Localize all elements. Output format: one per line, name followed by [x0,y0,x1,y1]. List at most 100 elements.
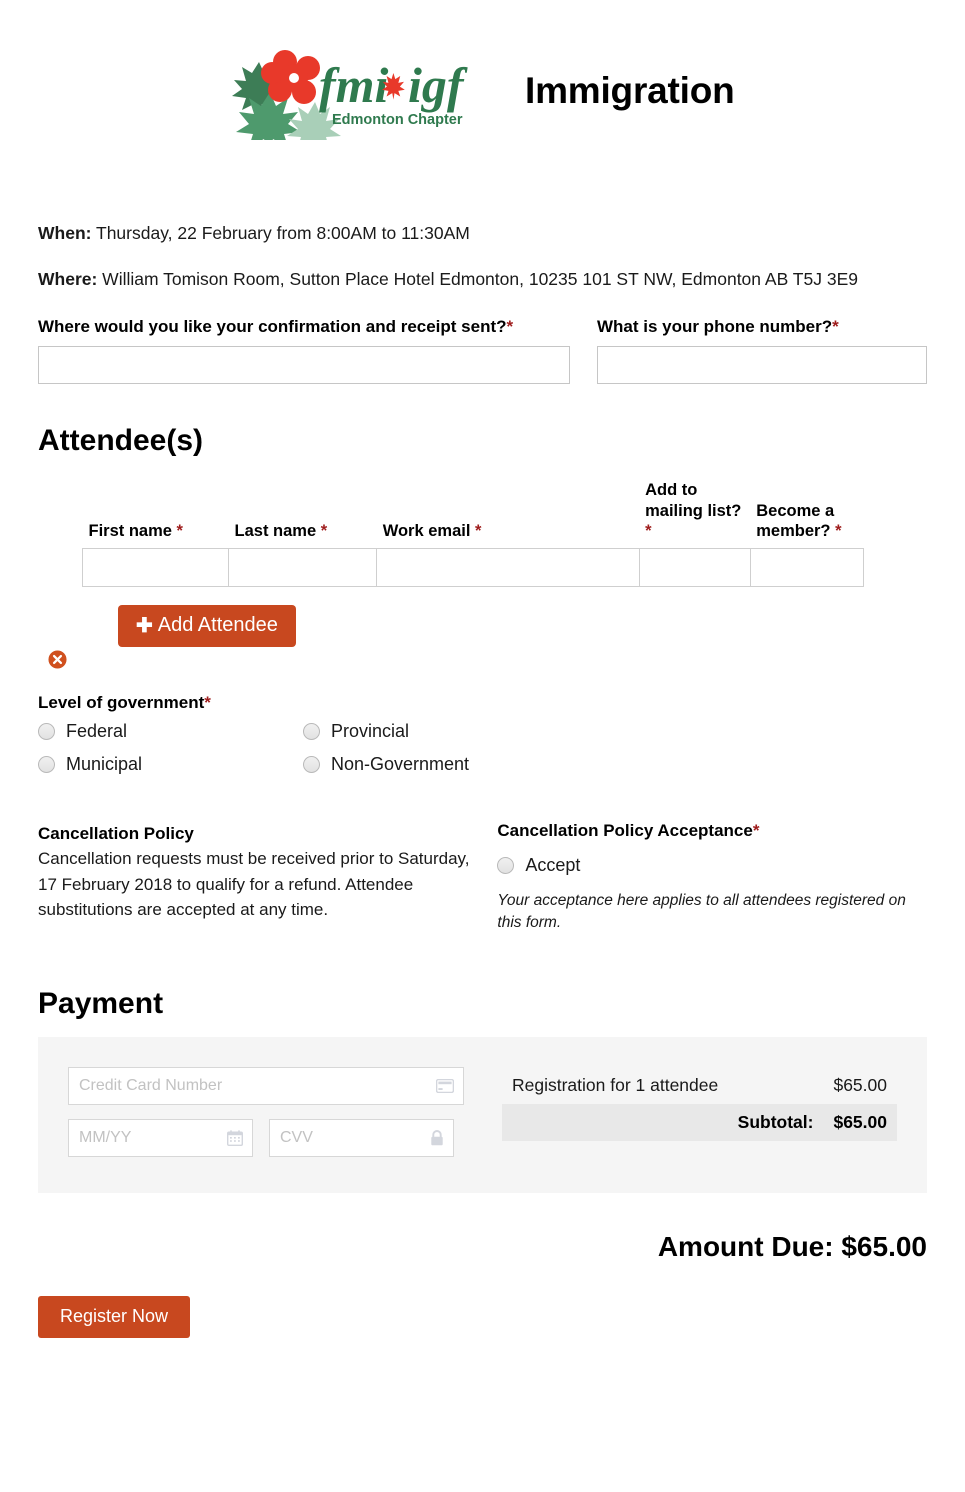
payment-panel: Registration for 1 attendee $65.00 Subto… [38,1036,927,1193]
confirmation-email-input[interactable] [38,345,570,384]
plus-icon: ✚ [136,614,153,637]
column-label: Add to mailing list? [645,480,742,520]
required-asterisk: * [506,317,514,337]
register-action: Register Now [0,1295,965,1338]
event-where-value: William Tomison Room, Sutton Place Hotel… [97,268,858,289]
column-header-first-name: First name * [83,480,229,548]
radio-dot-icon [497,856,515,874]
radio-label: Federal [66,720,128,741]
credit-card-number-input[interactable] [69,1067,463,1104]
add-attendee-label: Add Attendee [157,614,278,637]
register-now-button[interactable]: Register Now [38,1295,191,1338]
cvv-field [269,1118,454,1157]
register-now-label: Register Now [60,1306,169,1327]
level-of-government-group: Level of government* Federal Provincial … [0,693,965,787]
summary-line-item-amount: $65.00 [833,1074,887,1095]
attendees-table: First name * Last name * Work email * Ad… [81,480,865,587]
cancellation-policy-body: Cancellation requests must be received p… [38,849,470,920]
attendee-work-email-input[interactable] [377,549,639,586]
cell-last-name [228,547,378,587]
confirmation-email-label: Where would you like your confirmation a… [38,315,570,340]
summary-line-item: Registration for 1 attendee $65.00 [502,1071,897,1104]
attendee-first-name-input[interactable] [83,549,229,586]
column-label: Work email [382,522,471,541]
attendee-last-name-input[interactable] [229,549,377,586]
phone-group: What is your phone number?* [596,315,927,384]
required-asterisk: * [475,522,482,541]
required-asterisk: * [204,692,211,712]
credit-card-number-field [68,1066,464,1105]
level-of-government-label: Level of government* [38,693,927,713]
confirmation-email-label-text: Where would you like your confirmation a… [38,317,507,337]
radio-federal[interactable]: Federal [38,721,303,742]
radio-dot-icon [303,722,320,740]
attendee-mailing-list-input[interactable] [639,549,750,586]
required-asterisk: * [176,522,183,541]
radio-label: Municipal [66,753,143,774]
radio-label: Accept [525,854,581,875]
radio-municipal[interactable]: Municipal [38,754,303,775]
required-asterisk: * [320,522,328,541]
add-attendee-button[interactable]: ✚ Add Attendee [118,604,296,647]
registration-page: fmi igf Edmonton Chapter Immigration Whe… [0,0,965,1492]
credit-card-icon [435,1078,455,1093]
attendees-heading: Attendee(s) [38,423,204,457]
cancellation-acceptance: Cancellation Policy Acceptance* Accept Y… [497,821,927,935]
logo-subtitle: Edmonton Chapter [332,112,463,128]
payment-card-fields [68,1066,478,1157]
cvv-input[interactable] [270,1119,453,1156]
page-title: Immigration [525,69,735,111]
expiry-field [68,1118,253,1157]
column-header-last-name: Last name * [229,480,377,548]
summary-subtotal-row: Subtotal: $65.00 [502,1103,897,1141]
cancellation-acceptance-title-text: Cancellation Policy Acceptance [497,820,753,840]
event-when-label: When: [38,223,92,243]
summary-subtotal-amount: $65.00 [833,1111,887,1132]
summary-line-item-label: Registration for 1 attendee [512,1074,719,1095]
payment-heading: Payment [38,986,164,1020]
event-when: When: Thursday, 22 February from 8:00AM … [38,222,927,246]
confirmation-email-group: Where would you like your confirmation a… [38,315,570,384]
phone-input[interactable] [596,345,927,384]
column-header-become-member: Become a member? * [750,480,863,548]
payment-summary: Registration for 1 attendee $65.00 Subto… [502,1067,897,1157]
required-asterisk: * [835,522,842,541]
expiry-input[interactable] [69,1119,252,1156]
table-row [81,547,865,587]
page-header: fmi igf Edmonton Chapter Immigration [0,0,965,150]
cell-first-name [81,547,230,587]
event-where: Where: William Tomison Room, Sutton Plac… [38,268,927,292]
column-label: Become a member? [756,501,835,541]
payment-secondary-fields [68,1118,478,1157]
column-header-mailing-list: Add to mailing list? * [639,480,750,548]
radio-label: Non-Government [331,753,470,774]
event-when-value: Thursday, 22 February from 8:00AM to 11:… [91,223,470,243]
logo-wordmark-fmi: fmi [319,57,389,113]
event-where-label: Where: [38,268,98,289]
radio-dot-icon [38,722,55,740]
event-details: When: Thursday, 22 February from 8:00AM … [0,222,965,291]
attendees-table-body [81,547,865,587]
column-label: First name [88,522,172,541]
cancellation-policy: Cancellation Policy Cancellation request… [38,821,475,935]
cancellation-policy-title: Cancellation Policy [38,823,194,843]
fmi-igf-logo: fmi igf Edmonton Chapter [222,40,477,140]
cell-work-email [376,547,640,587]
radio-accept[interactable]: Accept [497,855,927,876]
required-asterisk: * [752,820,760,840]
lock-icon [430,1129,444,1146]
attendee-become-member-input[interactable] [750,549,863,586]
phone-label: What is your phone number?* [597,315,927,340]
remove-circle-icon[interactable] [48,650,67,669]
logo-wordmark-igf: igf [408,57,468,113]
radio-dot-icon [303,755,320,773]
radio-dot-icon [38,755,55,773]
radio-label: Provincial [331,720,410,741]
radio-non-government[interactable]: Non-Government [303,754,568,775]
attendees-table-head: First name * Last name * Work email * Ad… [83,480,864,548]
calendar-icon [226,1130,244,1146]
cell-become-member [749,547,865,587]
radio-provincial[interactable]: Provincial [303,721,568,742]
attendees-header-row: First name * Last name * Work email * Ad… [83,480,864,548]
logo-graphic: fmi igf Edmonton Chapter [232,50,468,140]
